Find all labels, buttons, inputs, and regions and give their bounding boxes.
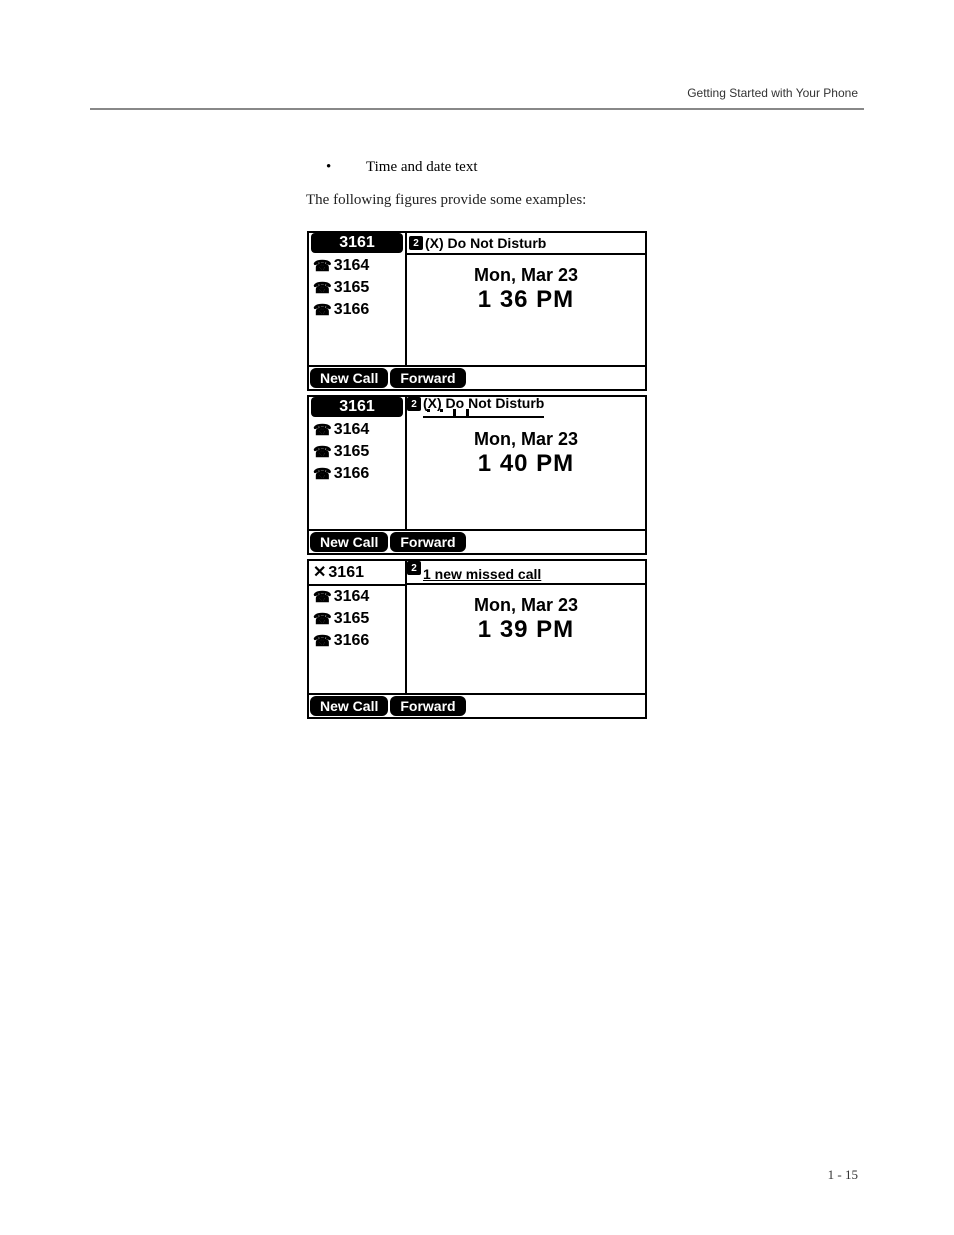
line-key-column: 3161 ☎ 3164 ☎ 3165 ☎ 3166 xyxy=(309,233,407,365)
softkey-newcall: New Call xyxy=(310,368,388,388)
softkey-newcall: New Call xyxy=(310,532,388,552)
active-extension: 3161 xyxy=(311,397,403,417)
status-text: (X) Do Not Disturb xyxy=(425,235,546,251)
status-badge: 2 xyxy=(409,236,423,250)
line-ext: 3165 xyxy=(334,608,370,630)
line-ext: 3165 xyxy=(334,277,370,299)
softkey-row: New Call Forward xyxy=(309,529,645,553)
running-header: Getting Started with Your Phone xyxy=(90,86,864,100)
scrolling-status: 2 (X) Do Not Disturb xyxy=(407,397,645,419)
line-key: ☎ 3164 xyxy=(309,586,405,608)
phone-icon: ☎ xyxy=(313,612,332,627)
intro-text: The following figures provide some examp… xyxy=(306,189,864,212)
line-ext: 3161 xyxy=(328,562,364,584)
phone-lcd-3: ✕ 3161 ☎ 3164 ☎ 3165 ☎ xyxy=(307,559,647,719)
page-content: Time and date text The following figures… xyxy=(90,110,864,719)
scrolling-status: 2 1 new missed call xyxy=(407,561,645,585)
status-badge: 2 xyxy=(407,561,421,575)
lcd-main-area: 2 (X) Do Not Disturb Mon, Mar 23 1 36 PM xyxy=(407,233,645,365)
line-key: ☎ 3166 xyxy=(309,463,405,485)
phone-icon: ☎ xyxy=(313,259,332,274)
scrolling-text: (X) Do Not Disturb xyxy=(423,397,544,409)
bullet-list: Time and date text xyxy=(346,156,864,179)
time-text: 1 39 PM xyxy=(407,616,645,644)
line-ext: 3165 xyxy=(334,441,370,463)
line-key-column: ✕ 3161 ☎ 3164 ☎ 3165 ☎ xyxy=(309,561,407,693)
active-extension-dnd: ✕ 3161 xyxy=(309,561,405,584)
line-key: ☎ 3164 xyxy=(309,255,405,277)
phone-icon: ☎ xyxy=(313,445,332,460)
line-ext: 3164 xyxy=(334,255,370,277)
line-key: ☎ 3165 xyxy=(309,441,405,463)
date-text: Mon, Mar 23 xyxy=(407,429,645,450)
phone-icon: ☎ xyxy=(313,281,332,296)
bar-icon xyxy=(453,409,456,417)
line-key: ☎ 3164 xyxy=(309,419,405,441)
softkey-forward: Forward xyxy=(390,696,465,716)
line-ext: 3164 xyxy=(334,419,370,441)
line-key: ☎ 3165 xyxy=(309,277,405,299)
phone-lcd-2: 3161 ☎ 3164 ☎ 3165 ☎ 3166 xyxy=(307,395,647,555)
line-ext: 3164 xyxy=(334,586,370,608)
dot-icon xyxy=(427,409,430,412)
phone-icon: ☎ xyxy=(313,303,332,318)
phone-icon: ☎ xyxy=(313,634,332,649)
phone-icon: ☎ xyxy=(313,467,332,482)
phone-icon: ☎ xyxy=(313,423,332,438)
scroll-indicator xyxy=(423,409,544,415)
page-number: 1 - 15 xyxy=(828,1167,858,1183)
running-title: Getting Started with Your Phone xyxy=(687,86,858,100)
phone-icon: ☎ xyxy=(313,590,332,605)
date-text: Mon, Mar 23 xyxy=(407,265,645,286)
bar-icon xyxy=(466,409,469,417)
date-text: Mon, Mar 23 xyxy=(407,595,645,616)
line-ext: 3166 xyxy=(334,463,370,485)
bullet-item: Time and date text xyxy=(346,156,864,179)
softkey-row: New Call Forward xyxy=(309,365,645,389)
status-badge: 2 xyxy=(407,397,421,411)
line-key-column: 3161 ☎ 3164 ☎ 3165 ☎ 3166 xyxy=(309,397,407,529)
time-text: 1 40 PM xyxy=(407,450,645,478)
figures-container: 3161 ☎ 3164 ☎ 3165 ☎ 3166 xyxy=(90,231,864,719)
softkey-forward: Forward xyxy=(390,368,465,388)
line-ext: 3166 xyxy=(334,630,370,652)
dot-icon xyxy=(440,409,443,412)
phone-lcd-1: 3161 ☎ 3164 ☎ 3165 ☎ 3166 xyxy=(307,231,647,391)
softkey-row: New Call Forward xyxy=(309,693,645,717)
softkey-newcall: New Call xyxy=(310,696,388,716)
active-extension: 3161 xyxy=(311,233,403,253)
line-key: ☎ 3166 xyxy=(309,630,405,652)
dnd-x-icon: ✕ xyxy=(313,565,326,581)
lcd-main-area: 2 (X) Do Not Disturb xyxy=(407,397,645,529)
scrolling-text: 1 new missed call xyxy=(423,566,541,583)
softkey-forward: Forward xyxy=(390,532,465,552)
line-key: ☎ 3166 xyxy=(309,299,405,321)
line-key: ☎ 3165 xyxy=(309,608,405,630)
line-ext: 3166 xyxy=(334,299,370,321)
time-text: 1 36 PM xyxy=(407,286,645,314)
status-bar: 2 (X) Do Not Disturb xyxy=(407,233,645,255)
lcd-main-area: 2 1 new missed call Mon, Mar 23 1 39 PM xyxy=(407,561,645,693)
